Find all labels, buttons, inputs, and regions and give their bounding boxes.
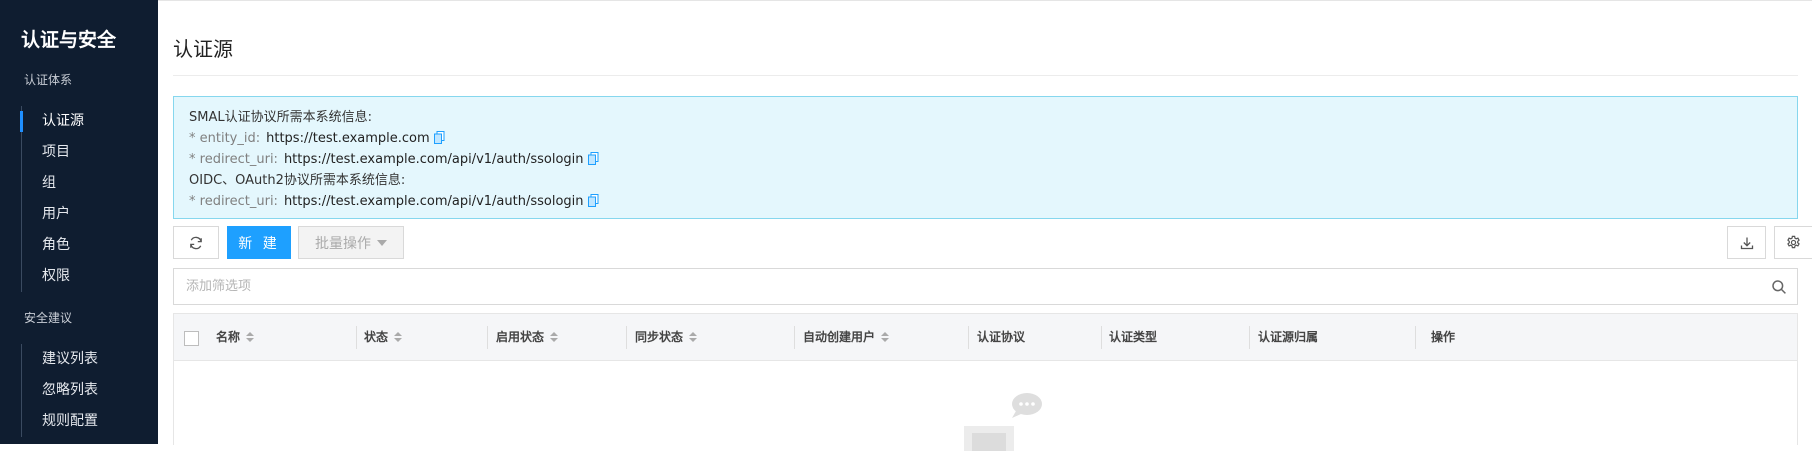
column-header-sync-status: 同步状态 xyxy=(635,314,698,361)
title-divider xyxy=(173,75,1798,76)
column-divider xyxy=(794,326,795,349)
sidebar-item-suggestions[interactable]: 建议列表 xyxy=(22,344,98,375)
column-header-auth-owner: 认证源归属 xyxy=(1258,330,1319,344)
empty-state-icon xyxy=(964,393,1042,451)
sidebar-item-rule-config[interactable]: 规则配置 xyxy=(22,406,98,437)
sidebar-item-ignore-list[interactable]: 忽略列表 xyxy=(22,375,98,406)
sidebar-item-auth-source[interactable]: 认证源 xyxy=(20,106,84,137)
entity-id-row: * entity_id: https://test.example.com xyxy=(189,128,1782,149)
sort-icon[interactable] xyxy=(689,332,698,343)
batch-actions-label: 批量操作 xyxy=(315,235,371,252)
filter-input[interactable] xyxy=(174,269,1754,304)
column-divider xyxy=(1415,326,1416,349)
batch-actions-dropdown[interactable]: 批量操作 xyxy=(298,226,404,259)
gear-icon xyxy=(1787,235,1800,249)
copy-icon[interactable] xyxy=(587,194,599,207)
column-divider xyxy=(487,326,488,349)
column-header-auth-protocol: 认证协议 xyxy=(977,330,1026,344)
column-divider xyxy=(626,326,627,349)
oidc-redirect-uri-value: https://test.example.com/api/v1/auth/sso… xyxy=(283,194,584,209)
sidebar-group-title-auth: 认证体系 xyxy=(24,73,73,87)
sort-icon[interactable] xyxy=(394,332,403,343)
refresh-icon xyxy=(190,236,202,249)
sidebar: 认证与安全 认证体系 认证源 项目 组 用户 角色 权限 安全建议 建议列表 忽… xyxy=(0,0,158,444)
sidebar-item-groups[interactable]: 组 xyxy=(22,168,84,199)
entity-id-value: https://test.example.com xyxy=(266,131,430,146)
column-divider xyxy=(1249,326,1250,349)
column-header-auth-type: 认证类型 xyxy=(1109,330,1158,344)
redirect-uri-row: * redirect_uri: https://test.example.com/… xyxy=(189,149,1782,170)
caret-down-icon xyxy=(377,239,387,246)
new-button[interactable]: 新 建 xyxy=(227,226,291,259)
sort-icon[interactable] xyxy=(246,332,255,343)
copy-icon[interactable] xyxy=(433,131,445,144)
column-divider xyxy=(356,326,357,349)
settings-button[interactable] xyxy=(1774,226,1812,259)
main-content: 认证源 SMAL认证协议所需本系统信息: * entity_id: https:/… xyxy=(158,0,1812,451)
table-header: 名称 状态 启用状态 同步状态 自动创建用户 认证协议 认证类型 认证源归属 操… xyxy=(174,314,1797,361)
sort-icon[interactable] xyxy=(881,332,890,343)
column-header-label: 状态 xyxy=(364,330,389,344)
sidebar-group-title-security: 安全建议 xyxy=(24,311,73,325)
column-header-label: 启用状态 xyxy=(496,330,545,344)
column-header-name: 名称 xyxy=(216,314,255,361)
page-title: 认证源 xyxy=(173,37,233,61)
column-header-enabled-status: 启用状态 xyxy=(496,314,559,361)
sidebar-item-users[interactable]: 用户 xyxy=(22,199,84,230)
copy-icon[interactable] xyxy=(587,152,599,165)
refresh-button[interactable] xyxy=(173,226,219,259)
sidebar-app-title: 认证与安全 xyxy=(21,29,117,51)
filter-bar xyxy=(173,268,1798,305)
info-alert: SMAL认证协议所需本系统信息: * entity_id: https://tes… xyxy=(173,96,1798,219)
column-header-auto-create-user: 自动创建用户 xyxy=(803,314,890,361)
download-icon xyxy=(1740,237,1753,249)
saml-heading: SMAL认证协议所需本系统信息: xyxy=(189,110,372,125)
oidc-redirect-uri-key: * redirect_uri: xyxy=(189,194,278,209)
toolbar: 新 建 批量操作 xyxy=(173,226,1812,260)
sidebar-nav-security: 建议列表 忽略列表 规则配置 xyxy=(21,344,98,437)
column-header-label: 同步状态 xyxy=(635,330,684,344)
download-button[interactable] xyxy=(1727,226,1766,259)
column-header-label: 自动创建用户 xyxy=(803,330,876,344)
column-divider xyxy=(1101,326,1102,349)
redirect-uri-key: * redirect_uri: xyxy=(189,152,278,167)
column-header-actions: 操作 xyxy=(1431,330,1456,344)
auth-source-table: 名称 状态 启用状态 同步状态 自动创建用户 认证协议 认证类型 认证源归属 操… xyxy=(173,313,1798,451)
oidc-heading: OIDC、OAuth2协议所需本系统信息: xyxy=(189,173,406,188)
search-icon[interactable] xyxy=(1771,279,1787,295)
entity-id-key: * entity_id: xyxy=(189,131,261,146)
column-header-label: 名称 xyxy=(216,330,241,344)
sidebar-item-roles[interactable]: 角色 xyxy=(22,230,84,261)
column-header-status: 状态 xyxy=(364,314,403,361)
redirect-uri-value: https://test.example.com/api/v1/auth/sso… xyxy=(283,152,584,167)
select-all-checkbox[interactable] xyxy=(184,331,199,346)
sidebar-nav-auth: 认证源 项目 组 用户 角色 权限 xyxy=(20,106,84,292)
column-divider xyxy=(968,326,969,349)
sort-icon[interactable] xyxy=(550,332,559,343)
oidc-redirect-uri-row: * redirect_uri: https://test.example.com/… xyxy=(189,191,1782,212)
sidebar-item-projects[interactable]: 项目 xyxy=(22,137,84,168)
sidebar-item-permissions[interactable]: 权限 xyxy=(22,261,84,292)
